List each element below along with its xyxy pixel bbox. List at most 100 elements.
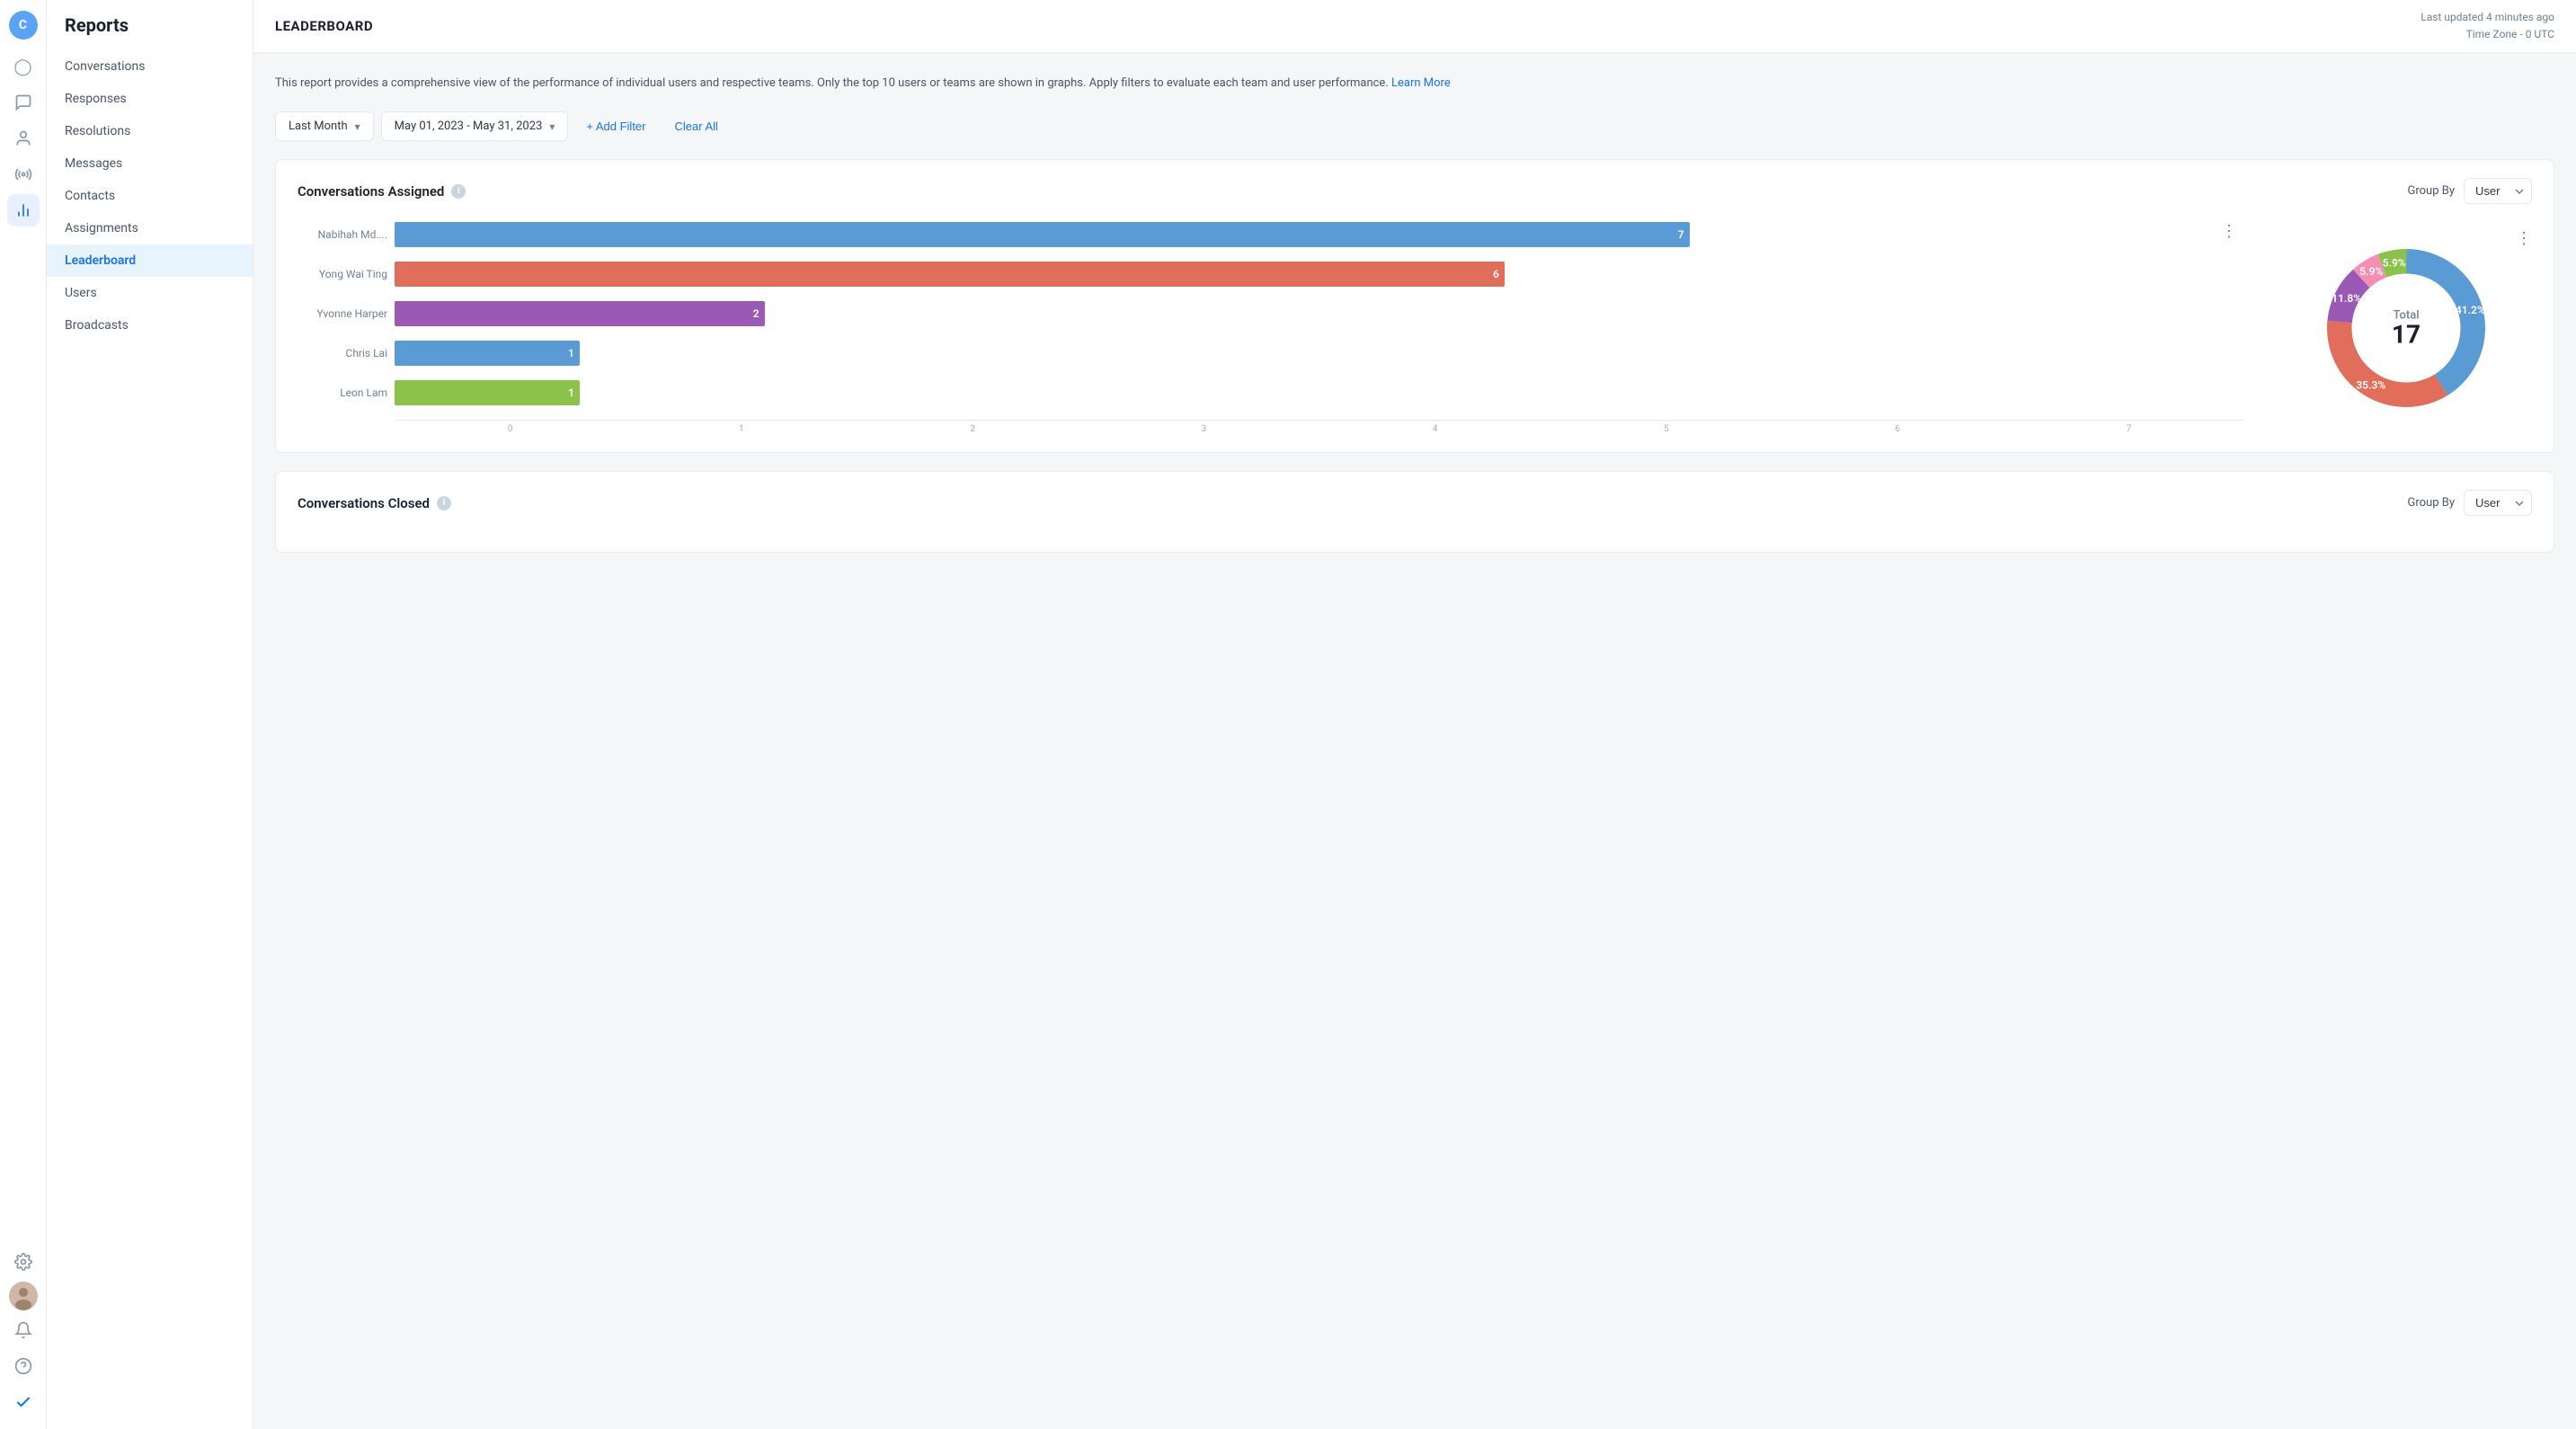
bar-row: Nabihah Md.... 7 xyxy=(298,222,2244,247)
date-range-filter-dropdown[interactable]: May 01, 2023 - May 31, 2023 ▾ xyxy=(381,111,569,141)
donut-segment-label: 35.3% xyxy=(2356,379,2385,392)
report-description: This report provides a comprehensive vie… xyxy=(275,75,2554,93)
group-by-control: Group By User Team xyxy=(2408,178,2533,204)
reports-icon[interactable] xyxy=(7,194,40,226)
content-area: This report provides a comprehensive vie… xyxy=(253,53,2576,1429)
bar-track: 1 xyxy=(395,341,2244,366)
axis-tick: 7 xyxy=(2013,424,2244,434)
axis-tick: 4 xyxy=(1319,424,1550,434)
bar-chart: Nabihah Md.... 7 Yong Wai Ting 6 Yvonne Harp… xyxy=(298,222,2244,405)
bar-label: Yong Wai Ting xyxy=(298,268,387,280)
bar-track: 7 xyxy=(395,222,2244,247)
card-title-closed-text: Conversations Closed xyxy=(298,495,430,511)
sidebar-item-users[interactable]: Users xyxy=(47,277,253,309)
bar-row: Yvonne Harper 2 xyxy=(298,301,2244,326)
axis-tick: 1 xyxy=(626,424,857,434)
learn-more-link[interactable]: Learn More xyxy=(1391,76,1451,90)
bar-label: Yvonne Harper xyxy=(298,307,387,320)
group-by-control-closed: Group By User Team xyxy=(2408,490,2533,516)
broadcast-icon[interactable] xyxy=(7,158,40,191)
donut-chart-svg: 41.2% 35.3% 11.8% 5.9%5.9% xyxy=(2307,229,2505,427)
sidebar-item-resolutions[interactable]: Resolutions xyxy=(47,115,253,147)
sidebar: Reports Conversations Responses Resoluti… xyxy=(47,0,253,1429)
topbar: LEADERBOARD Last updated 4 minutes ago T… xyxy=(253,0,2576,53)
card-title-closed: Conversations Closed i xyxy=(298,495,451,511)
timezone-text: Time Zone - 0 UTC xyxy=(2421,26,2554,43)
bar-row: Chris Lai 1 xyxy=(298,341,2244,366)
bar-track: 2 xyxy=(395,301,2244,326)
help-icon[interactable] xyxy=(7,1350,40,1382)
donut-segment xyxy=(2327,321,2447,407)
filter-bar: Last Month ▾ May 01, 2023 - May 31, 2023… xyxy=(275,111,2554,141)
bar-fill: 6 xyxy=(395,262,1505,287)
donut-segment-label: 5.9% xyxy=(2359,265,2383,278)
sidebar-item-contacts[interactable]: Contacts xyxy=(47,180,253,212)
chart-container: ⋮ Nabihah Md.... 7 Yong Wai Ting 6 Yvonne Ha… xyxy=(298,222,2532,434)
settings-icon[interactable] xyxy=(7,1246,40,1278)
group-by-label-closed: Group By xyxy=(2408,496,2456,510)
dashboard-icon[interactable]: ◯ xyxy=(7,50,40,83)
card-title: Conversations Assigned i xyxy=(298,183,466,200)
bar-fill: 1 xyxy=(395,341,580,366)
card-header-closed: Conversations Closed i Group By User Tea… xyxy=(298,490,2532,516)
bar-axis: 0 1 2 3 4 5 6 7 xyxy=(395,420,2244,434)
last-updated-text: Last updated 4 minutes ago xyxy=(2421,9,2554,26)
user-avatar-icon[interactable]: C xyxy=(9,11,38,40)
sidebar-item-conversations[interactable]: Conversations xyxy=(47,50,253,83)
bar-track: 6 xyxy=(395,262,2244,287)
period-filter-dropdown[interactable]: Last Month ▾ xyxy=(275,111,374,141)
axis-tick: 0 xyxy=(395,424,626,434)
axis-tick: 2 xyxy=(857,424,1088,434)
donut-chart-menu-icon[interactable]: ⋮ xyxy=(2516,229,2532,248)
axis-tick: 3 xyxy=(1088,424,1319,434)
sidebar-item-assignments[interactable]: Assignments xyxy=(47,212,253,244)
contacts-icon[interactable] xyxy=(7,122,40,155)
sidebar-item-broadcasts[interactable]: Broadcasts xyxy=(47,309,253,342)
notifications-icon[interactable] xyxy=(7,1314,40,1346)
info-icon-closed[interactable]: i xyxy=(437,496,451,510)
donut-segment-label: 41.2% xyxy=(2456,304,2485,316)
donut-segment-label: 11.8% xyxy=(2332,292,2361,305)
description-text: This report provides a comprehensive vie… xyxy=(275,76,1389,90)
group-by-label: Group By xyxy=(2408,184,2456,198)
last-updated-info: Last updated 4 minutes ago Time Zone - 0… xyxy=(2421,9,2554,43)
donut-segment-label: 5.9% xyxy=(2383,257,2406,270)
donut-segment xyxy=(2406,249,2485,395)
conversations-icon[interactable] xyxy=(7,86,40,119)
card-title-text: Conversations Assigned xyxy=(298,183,444,200)
bar-fill: 2 xyxy=(395,301,765,326)
sidebar-item-messages[interactable]: Messages xyxy=(47,147,253,180)
chevron-down-icon: ▾ xyxy=(549,120,555,133)
bar-row: Leon Lam 1 xyxy=(298,380,2244,405)
bar-row: Yong Wai Ting 6 xyxy=(298,262,2244,287)
checkmark-icon[interactable] xyxy=(7,1386,40,1418)
group-by-select[interactable]: User Team xyxy=(2464,178,2532,204)
axis-tick: 6 xyxy=(1782,424,2013,434)
main-area: LEADERBOARD Last updated 4 minutes ago T… xyxy=(253,0,2576,1429)
axis-tick: 5 xyxy=(1550,424,1781,434)
group-by-select-closed[interactable]: User Team xyxy=(2464,490,2532,516)
clear-all-button[interactable]: Clear All xyxy=(664,112,729,140)
add-filter-button[interactable]: + Add Filter xyxy=(575,112,656,140)
bar-chart-area: ⋮ Nabihah Md....7Yong Wai Ting6Yvonne Ha… xyxy=(298,222,2244,434)
chevron-down-icon: ▾ xyxy=(355,120,360,133)
card-header: Conversations Assigned i Group By User T… xyxy=(298,178,2532,204)
sidebar-title: Reports xyxy=(47,14,253,50)
bar-fill: 7 xyxy=(395,222,1690,247)
donut-chart-area: ⋮ 41.2%35.3%11.8%5.9%5.9% Total 17 xyxy=(2280,229,2532,427)
icon-bar: C ◯ xyxy=(0,0,47,1429)
sidebar-item-responses[interactable]: Responses xyxy=(47,83,253,115)
user-profile-avatar[interactable] xyxy=(9,1282,38,1310)
conversations-closed-card: Conversations Closed i Group By User Tea… xyxy=(275,471,2554,553)
period-filter-label: Last Month xyxy=(289,120,348,133)
conversations-assigned-card: Conversations Assigned i Group By User T… xyxy=(275,159,2554,453)
page-title: LEADERBOARD xyxy=(275,18,373,34)
bar-label: Chris Lai xyxy=(298,347,387,359)
date-range-label: May 01, 2023 - May 31, 2023 xyxy=(395,120,543,133)
bar-label: Nabihah Md.... xyxy=(298,228,387,241)
bar-fill: 1 xyxy=(395,380,580,405)
info-icon[interactable]: i xyxy=(451,184,466,199)
bar-label: Leon Lam xyxy=(298,386,387,399)
sidebar-item-leaderboard[interactable]: Leaderboard xyxy=(47,244,253,277)
bar-track: 1 xyxy=(395,380,2244,405)
